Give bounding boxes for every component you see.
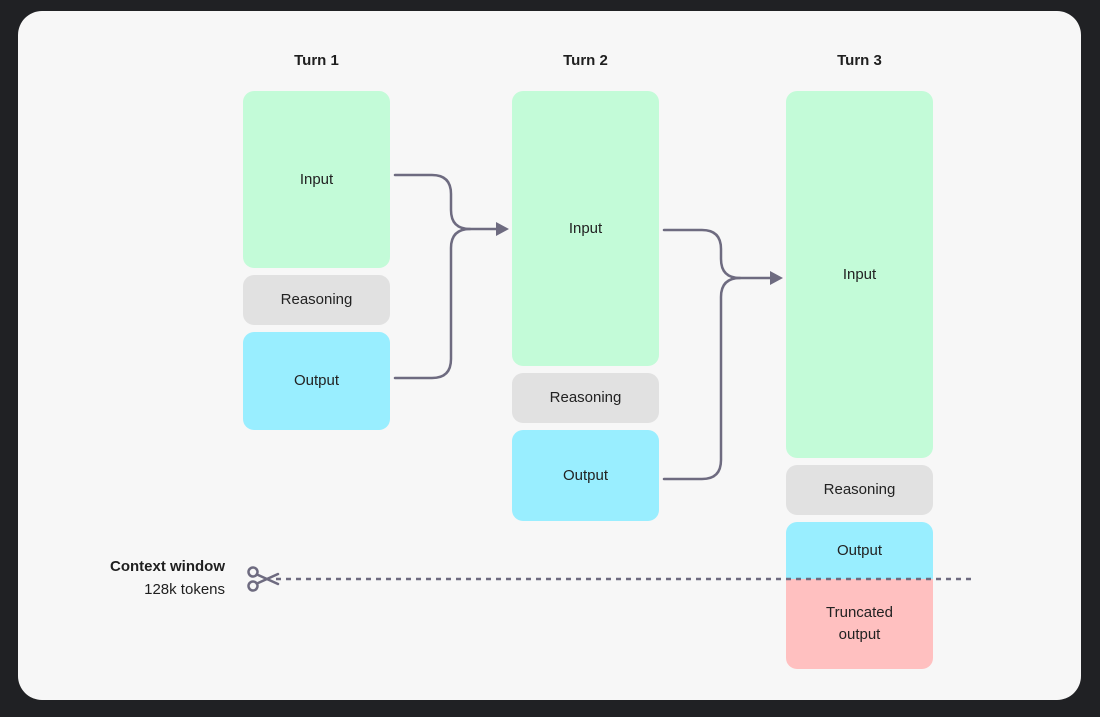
turn-3-output-block: Output [786, 522, 933, 579]
turn-2-reasoning-block: Reasoning [512, 373, 659, 423]
turn-3-truncated-output-label: Truncated output [826, 604, 893, 643]
turn-3-output-label: Output [836, 541, 883, 559]
turn-3-reasoning-label: Reasoning [823, 481, 896, 498]
turn-2-output-block: Output [512, 430, 659, 521]
turn-3-input-label: Input [842, 265, 877, 283]
turn-1-input-label: Input [299, 170, 334, 188]
turn-3-reasoning-block: Reasoning [786, 465, 933, 515]
turn-1-title: Turn 1 [294, 52, 339, 69]
turn-1-input-block: Input [243, 91, 390, 268]
turn-1-output-block: Output [243, 332, 390, 430]
turn-1-output-label: Output [293, 372, 340, 389]
turn-2-title: Turn 2 [563, 52, 608, 69]
turn-3-input-block: Input [786, 91, 933, 458]
turn-2-output-label: Output [562, 466, 609, 484]
turn-1-reasoning-block: Reasoning [243, 275, 390, 325]
turn-3-title: Turn 3 [837, 52, 882, 69]
turn-1-reasoning-label: Reasoning [280, 291, 353, 308]
turn-2-input-label: Input [568, 219, 603, 237]
turn-2-reasoning-label: Reasoning [549, 389, 622, 406]
turn-2-input-block: Input [512, 91, 659, 366]
turn-3-truncated-output-block: Truncated output [786, 579, 933, 669]
context-window-size: 128k tokens [144, 581, 225, 598]
context-window-title: Context window [110, 558, 225, 575]
scissors-icon [247, 566, 280, 592]
